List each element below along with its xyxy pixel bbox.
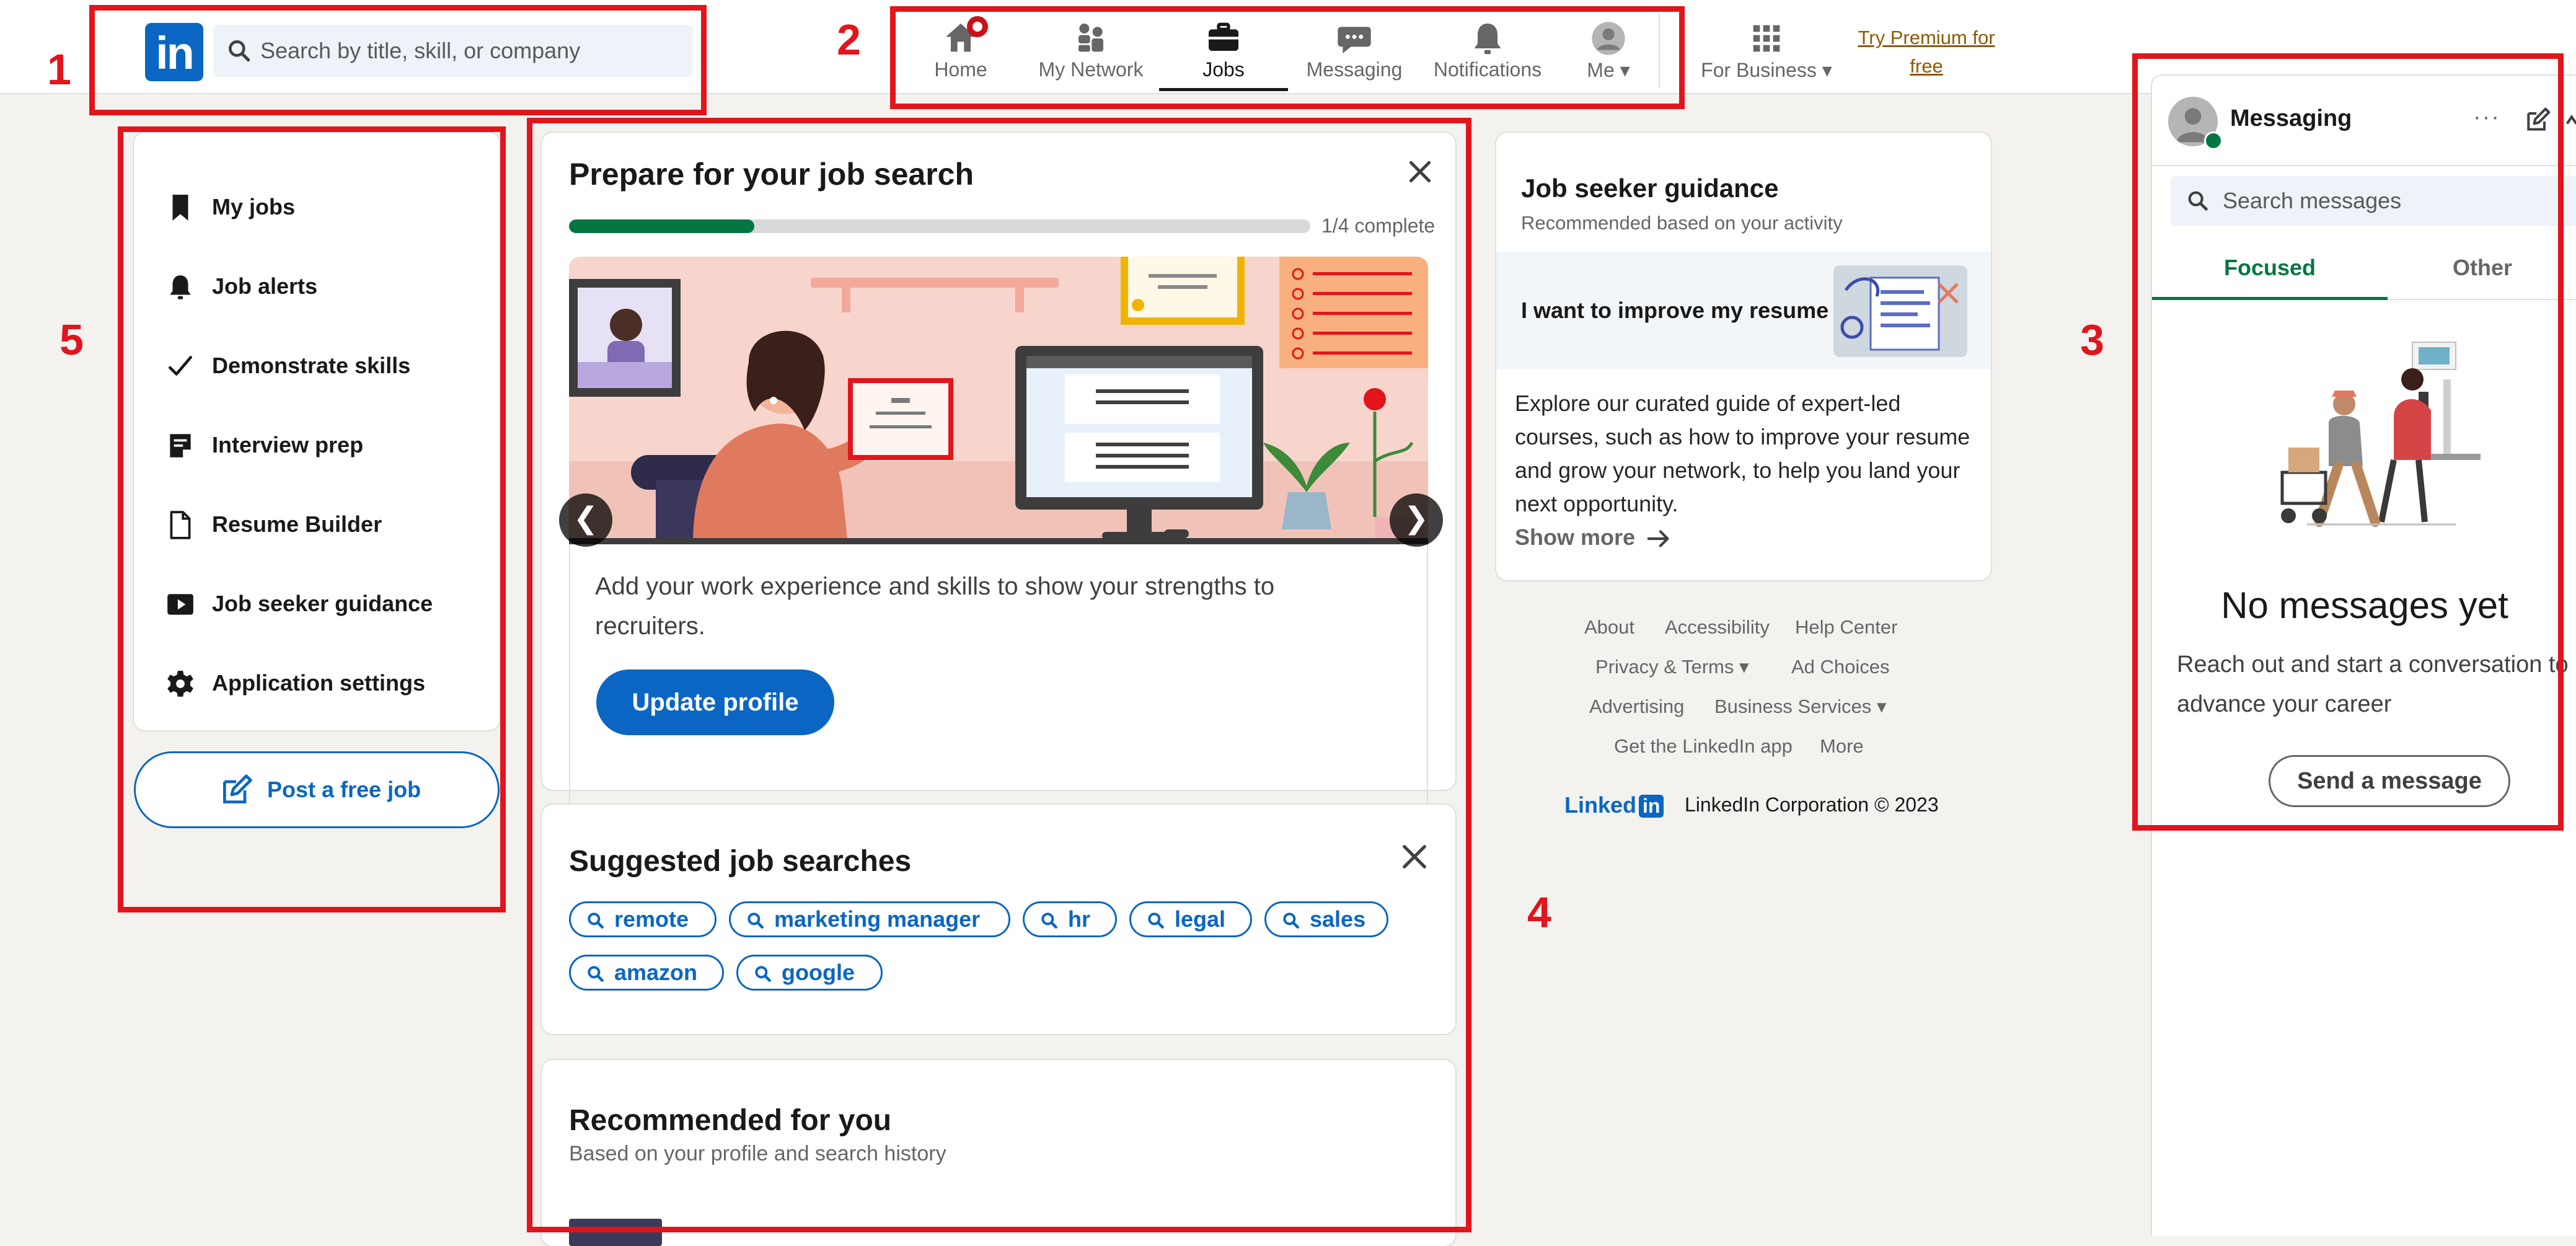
card-subtitle: Recommended based on your activity (1521, 212, 1843, 234)
try-premium-link[interactable]: Try Premium for free (1846, 24, 2007, 81)
resume-illustration (1833, 265, 1967, 357)
grid-icon (1753, 25, 1780, 52)
annotation-label-1: 1 (47, 45, 71, 94)
footer-link-more[interactable]: More (1820, 735, 1864, 758)
footer-link-advertising[interactable]: Advertising (1589, 696, 1684, 718)
annotation-label-4: 4 (1527, 888, 1551, 937)
annotation-label-3: 3 (2080, 316, 2104, 364)
chevron-up-icon[interactable] (2562, 107, 2576, 134)
annotation-box-4 (527, 118, 1471, 1232)
footer-link-about[interactable]: About (1584, 616, 1634, 638)
footer-link-help-center[interactable]: Help Center (1795, 616, 1897, 638)
footer-link-get-app[interactable]: Get the LinkedIn app (1614, 735, 1793, 758)
show-more-link[interactable]: Show more (1515, 524, 1635, 550)
annotation-label-2: 2 (837, 15, 861, 64)
annotation-box-1 (89, 5, 707, 115)
annotation-box-2 (890, 6, 1685, 109)
nav-for-business[interactable]: For Business ▾ (1692, 15, 1841, 89)
footer-link-accessibility[interactable]: Accessibility (1665, 616, 1770, 638)
linkedin-footer-logo: Linked in (1564, 792, 1664, 818)
guidance-item-label: I want to improve my resume (1521, 298, 1829, 323)
annotation-box-5 (118, 126, 506, 912)
footer-link-business-services[interactable]: Business Services ▾ (1714, 696, 1886, 718)
footer-link-privacy-terms[interactable]: Privacy & Terms ▾ (1595, 656, 1749, 678)
annotation-box-3 (2132, 53, 2564, 831)
card-title: Job seeker guidance (1521, 174, 1779, 203)
guidance-description: Explore our curated guide of expert-led … (1515, 391, 1970, 516)
job-seeker-guidance-card: Job seeker guidance Recommended based on… (1496, 133, 1991, 580)
annotation-label-5: 5 (60, 316, 84, 364)
nav-for-business-label: For Business ▾ (1701, 59, 1832, 81)
footer-link-ad-choices[interactable]: Ad Choices (1791, 656, 1890, 678)
guidance-item[interactable]: I want to improve my resume (1496, 252, 1991, 369)
footer-copyright: LinkedIn Corporation © 2023 (1685, 793, 1939, 816)
arrow-right-icon[interactable] (1645, 524, 1674, 553)
